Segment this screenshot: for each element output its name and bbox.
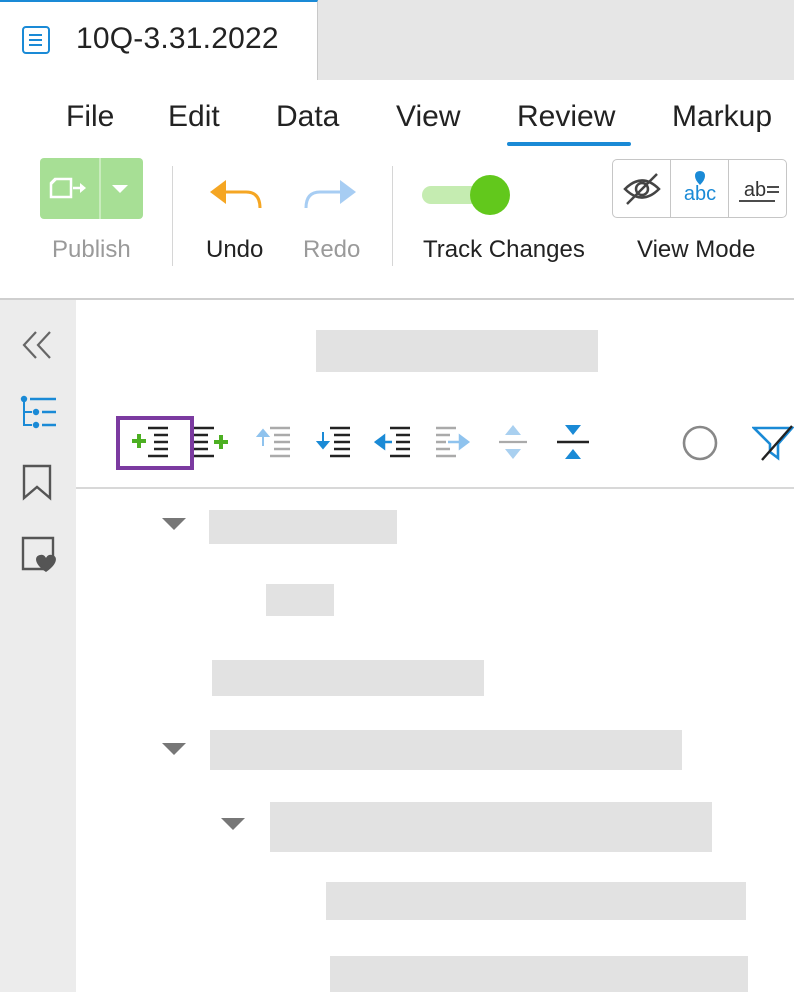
document-icon — [22, 26, 50, 54]
add-item-after-button[interactable] — [192, 420, 238, 466]
svg-text:abc: abc — [684, 183, 716, 205]
outline-item[interactable] — [266, 584, 334, 616]
redo-label: Redo — [303, 236, 361, 263]
outdent-icon — [374, 426, 410, 458]
indent-icon — [436, 426, 471, 458]
undo-icon[interactable] — [208, 178, 264, 214]
redo-icon[interactable] — [302, 178, 358, 214]
track-changes-label: Track Changes — [423, 236, 585, 263]
view-mode-strike-button[interactable]: ab — [729, 160, 786, 217]
outline-item[interactable] — [270, 802, 712, 852]
left-rail — [0, 300, 76, 992]
outline-panel — [76, 300, 794, 992]
document-tab[interactable]: 10Q-3.31.2022 — [0, 0, 318, 82]
menu-file[interactable]: File — [66, 100, 114, 134]
show-markup-icon: abc — [684, 171, 716, 205]
menu-data[interactable]: Data — [276, 100, 339, 134]
track-changes-toggle[interactable] — [422, 175, 512, 215]
view-mode-markup-button[interactable]: abc — [671, 160, 729, 217]
filter-button[interactable] — [752, 420, 794, 466]
publish-icon — [49, 177, 86, 199]
view-mode-label: View Mode — [637, 236, 756, 263]
toggle-knob — [470, 175, 510, 215]
outdent-button[interactable] — [374, 420, 420, 466]
toolbar-divider — [392, 166, 393, 266]
expand-all-icon — [499, 425, 527, 459]
menu-edit[interactable]: Edit — [168, 100, 220, 134]
collapse-all-button[interactable] — [554, 420, 600, 466]
outline-toolbar-divider — [76, 487, 794, 489]
chevron-down-icon[interactable] — [110, 183, 130, 195]
move-down-button[interactable] — [316, 420, 362, 466]
view-mode-selector: abc ab — [612, 159, 787, 218]
undo-label: Undo — [206, 236, 264, 263]
expand-caret-icon[interactable] — [221, 818, 245, 830]
strikethrough-markup-icon: ab — [739, 179, 779, 202]
outline-item[interactable] — [212, 660, 484, 696]
tab-strip: 10Q-3.31.2022 — [0, 0, 794, 82]
publish-button[interactable] — [40, 158, 143, 219]
add-item-after-icon — [194, 426, 228, 458]
outline-item[interactable] — [330, 956, 748, 992]
add-item-before-icon — [132, 426, 168, 458]
move-up-button[interactable] — [256, 420, 302, 466]
publish-split-divider — [99, 158, 101, 219]
move-up-icon — [256, 426, 290, 458]
publish-label: Publish — [52, 236, 131, 263]
outline-list-icon[interactable] — [18, 394, 58, 430]
active-menu-indicator — [507, 142, 631, 146]
outline-item[interactable] — [326, 882, 746, 920]
menu-view[interactable]: View — [396, 100, 460, 134]
indent-button[interactable] — [434, 420, 480, 466]
ribbon: File Edit Data View Review Markup Publis… — [0, 80, 794, 300]
move-down-icon — [316, 426, 350, 458]
toolbar-divider — [172, 166, 173, 266]
outline-item[interactable] — [209, 510, 397, 544]
add-item-before-button[interactable] — [116, 416, 194, 470]
panel-title — [316, 330, 598, 372]
document-tab-title: 10Q-3.31.2022 — [76, 22, 279, 55]
expand-caret-icon[interactable] — [162, 518, 186, 530]
collapse-double-chevron-icon[interactable] — [20, 330, 54, 360]
menu-markup[interactable]: Markup — [672, 100, 772, 134]
svg-text:ab: ab — [744, 179, 766, 201]
expand-caret-icon[interactable] — [162, 743, 186, 755]
favorites-heart-icon[interactable] — [20, 536, 58, 574]
filter-icon — [752, 425, 794, 461]
circle-button[interactable] — [678, 420, 724, 466]
outline-item[interactable] — [210, 730, 682, 770]
menu-review[interactable]: Review — [517, 100, 615, 134]
collapse-all-icon — [557, 425, 589, 459]
expand-all-button[interactable] — [494, 420, 540, 466]
circle-icon — [682, 425, 718, 461]
hidden-markup-icon — [623, 173, 661, 205]
view-mode-hidden-button[interactable] — [613, 160, 671, 217]
bookmark-icon[interactable] — [22, 464, 54, 502]
